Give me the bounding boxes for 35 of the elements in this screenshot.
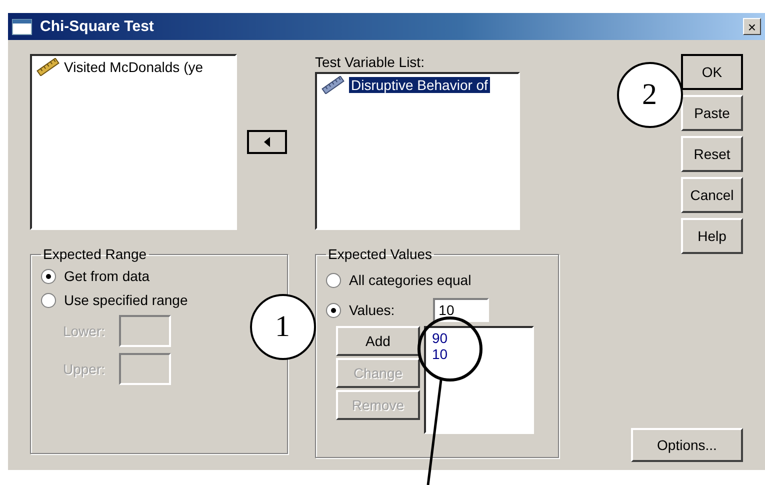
add-button[interactable]: Add (336, 326, 420, 356)
dialog-button[interactable]: Paste (681, 95, 743, 131)
radio-label: Get from data (64, 268, 150, 284)
radio-button[interactable] (41, 292, 56, 308)
dialog-button[interactable]: Reset (681, 136, 743, 172)
radio-button[interactable] (326, 302, 341, 318)
window-title: Chi-Square Test (40, 18, 155, 35)
dialog-button[interactable]: OK (681, 54, 743, 90)
options-button[interactable]: Options... (631, 428, 743, 462)
close-button[interactable]: × (743, 18, 761, 35)
radio-label: Values: (349, 302, 395, 318)
radio-button[interactable] (326, 272, 341, 288)
highlight-circle (418, 316, 482, 382)
list-label: Test Variable List: (315, 54, 426, 72)
list-item[interactable]: 90 (432, 330, 526, 346)
callout-circle (250, 294, 316, 360)
dialog-button[interactable]: Cancel (681, 177, 743, 213)
window-icon (12, 18, 32, 34)
value-field[interactable]: 10 (432, 298, 489, 322)
radio-label: All categories equal (349, 272, 472, 288)
callout-number: 1 (275, 312, 290, 342)
input-field[interactable] (119, 353, 171, 385)
input-field[interactable] (119, 315, 171, 347)
left-arrow-icon (263, 137, 271, 147)
dialog-button[interactable]: Help (681, 218, 743, 254)
callout-circle (617, 62, 683, 128)
list-item[interactable]: Visited McDonalds (ye (64, 59, 204, 75)
callout-number: 2 (642, 80, 657, 110)
list-item[interactable]: 10 (432, 346, 526, 362)
list-item[interactable]: Disruptive Behavior of (349, 77, 490, 93)
radio-label: Use specified range (64, 292, 188, 308)
group-title: Expected Values (327, 246, 434, 262)
radio-button[interactable] (41, 268, 56, 284)
move-button[interactable] (247, 130, 287, 154)
group-title: Expected Range (42, 246, 148, 262)
